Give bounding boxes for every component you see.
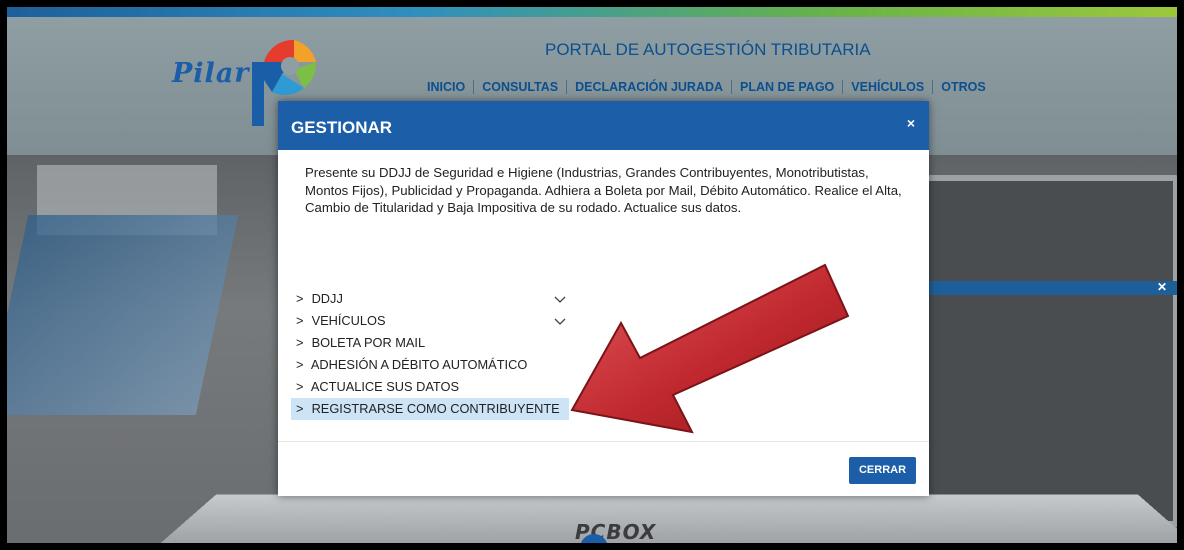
laptop-screen-header: ✕	[913, 280, 1177, 295]
chevron-right-icon: >	[296, 335, 304, 350]
close-icon[interactable]: ×	[907, 115, 915, 131]
gestionar-modal: GESTIONAR × Presente su DDJJ de Segurida…	[278, 101, 929, 496]
modal-footer-divider	[278, 441, 929, 442]
menu-item-ddjj[interactable]: > DDJJ	[291, 288, 591, 310]
menu-item-label: VEHÍCULOS	[311, 313, 386, 328]
chevron-right-icon: >	[296, 291, 304, 306]
menu-item-boleta-por-mail[interactable]: > BOLETA POR MAIL	[291, 332, 591, 354]
modal-description: Presente su DDJJ de Seguridad e Higiene …	[305, 165, 902, 215]
menu-item-adhesion-debito-automatico[interactable]: > ADHESIÓN A DÉBITO AUTOMÁTICO	[291, 354, 591, 376]
main-nav: INICIO CONSULTAS DECLARACIÓN JURADA PLAN…	[419, 80, 994, 94]
menu-item-actualice-sus-datos[interactable]: > ACTUALICE SUS DATOS	[291, 376, 591, 398]
gestionar-menu: > DDJJ > VEHÍCULOS > BOLETA POR MAIL > A…	[291, 288, 591, 420]
background-keyboard	[153, 494, 1177, 543]
chevron-down-icon[interactable]	[554, 288, 566, 310]
nav-item-declaracion-jurada[interactable]: DECLARACIÓN JURADA	[567, 80, 733, 94]
menu-item-label: DDJJ	[311, 291, 343, 306]
screenshot-frame: Pilar PORTAL DE AUTOGESTIÓN TRIBUTARIA I…	[0, 0, 1184, 550]
background-window	[7, 215, 239, 415]
menu-item-label: ACTUALICE SUS DATOS	[310, 379, 460, 394]
chevron-right-icon: >	[296, 357, 304, 372]
nav-item-plan-de-pago[interactable]: PLAN DE PAGO	[732, 80, 844, 94]
modal-title: GESTIONAR	[291, 118, 393, 137]
chevron-right-icon: >	[296, 379, 304, 394]
menu-item-label: REGISTRARSE COMO CONTRIBUYENTE	[311, 401, 560, 416]
top-color-strip	[7, 7, 1177, 17]
nav-item-consultas[interactable]: CONSULTAS	[474, 80, 568, 94]
modal-header: GESTIONAR ×	[278, 101, 929, 150]
chevron-down-icon[interactable]	[554, 310, 566, 332]
laptop-close-icon: ✕	[1156, 280, 1167, 294]
nav-item-otros[interactable]: OTROS	[933, 80, 993, 94]
menu-item-label: BOLETA POR MAIL	[311, 335, 426, 350]
menu-item-vehiculos[interactable]: > VEHÍCULOS	[291, 310, 591, 332]
chevron-right-icon: >	[296, 313, 304, 328]
close-button[interactable]: CERRAR	[849, 457, 916, 484]
nav-item-inicio[interactable]: INICIO	[419, 80, 475, 94]
menu-item-label: ADHESIÓN A DÉBITO AUTOMÁTICO	[310, 357, 528, 372]
nav-item-vehiculos[interactable]: VEHÍCULOS	[843, 80, 934, 94]
chevron-right-icon: >	[296, 401, 304, 416]
menu-item-registrarse-como-contribuyente[interactable]: > REGISTRARSE COMO CONTRIBUYENTE	[291, 398, 569, 420]
portal-title: PORTAL DE AUTOGESTIÓN TRIBUTARIA	[545, 40, 871, 59]
logo-text[interactable]: Pilar	[172, 58, 250, 89]
